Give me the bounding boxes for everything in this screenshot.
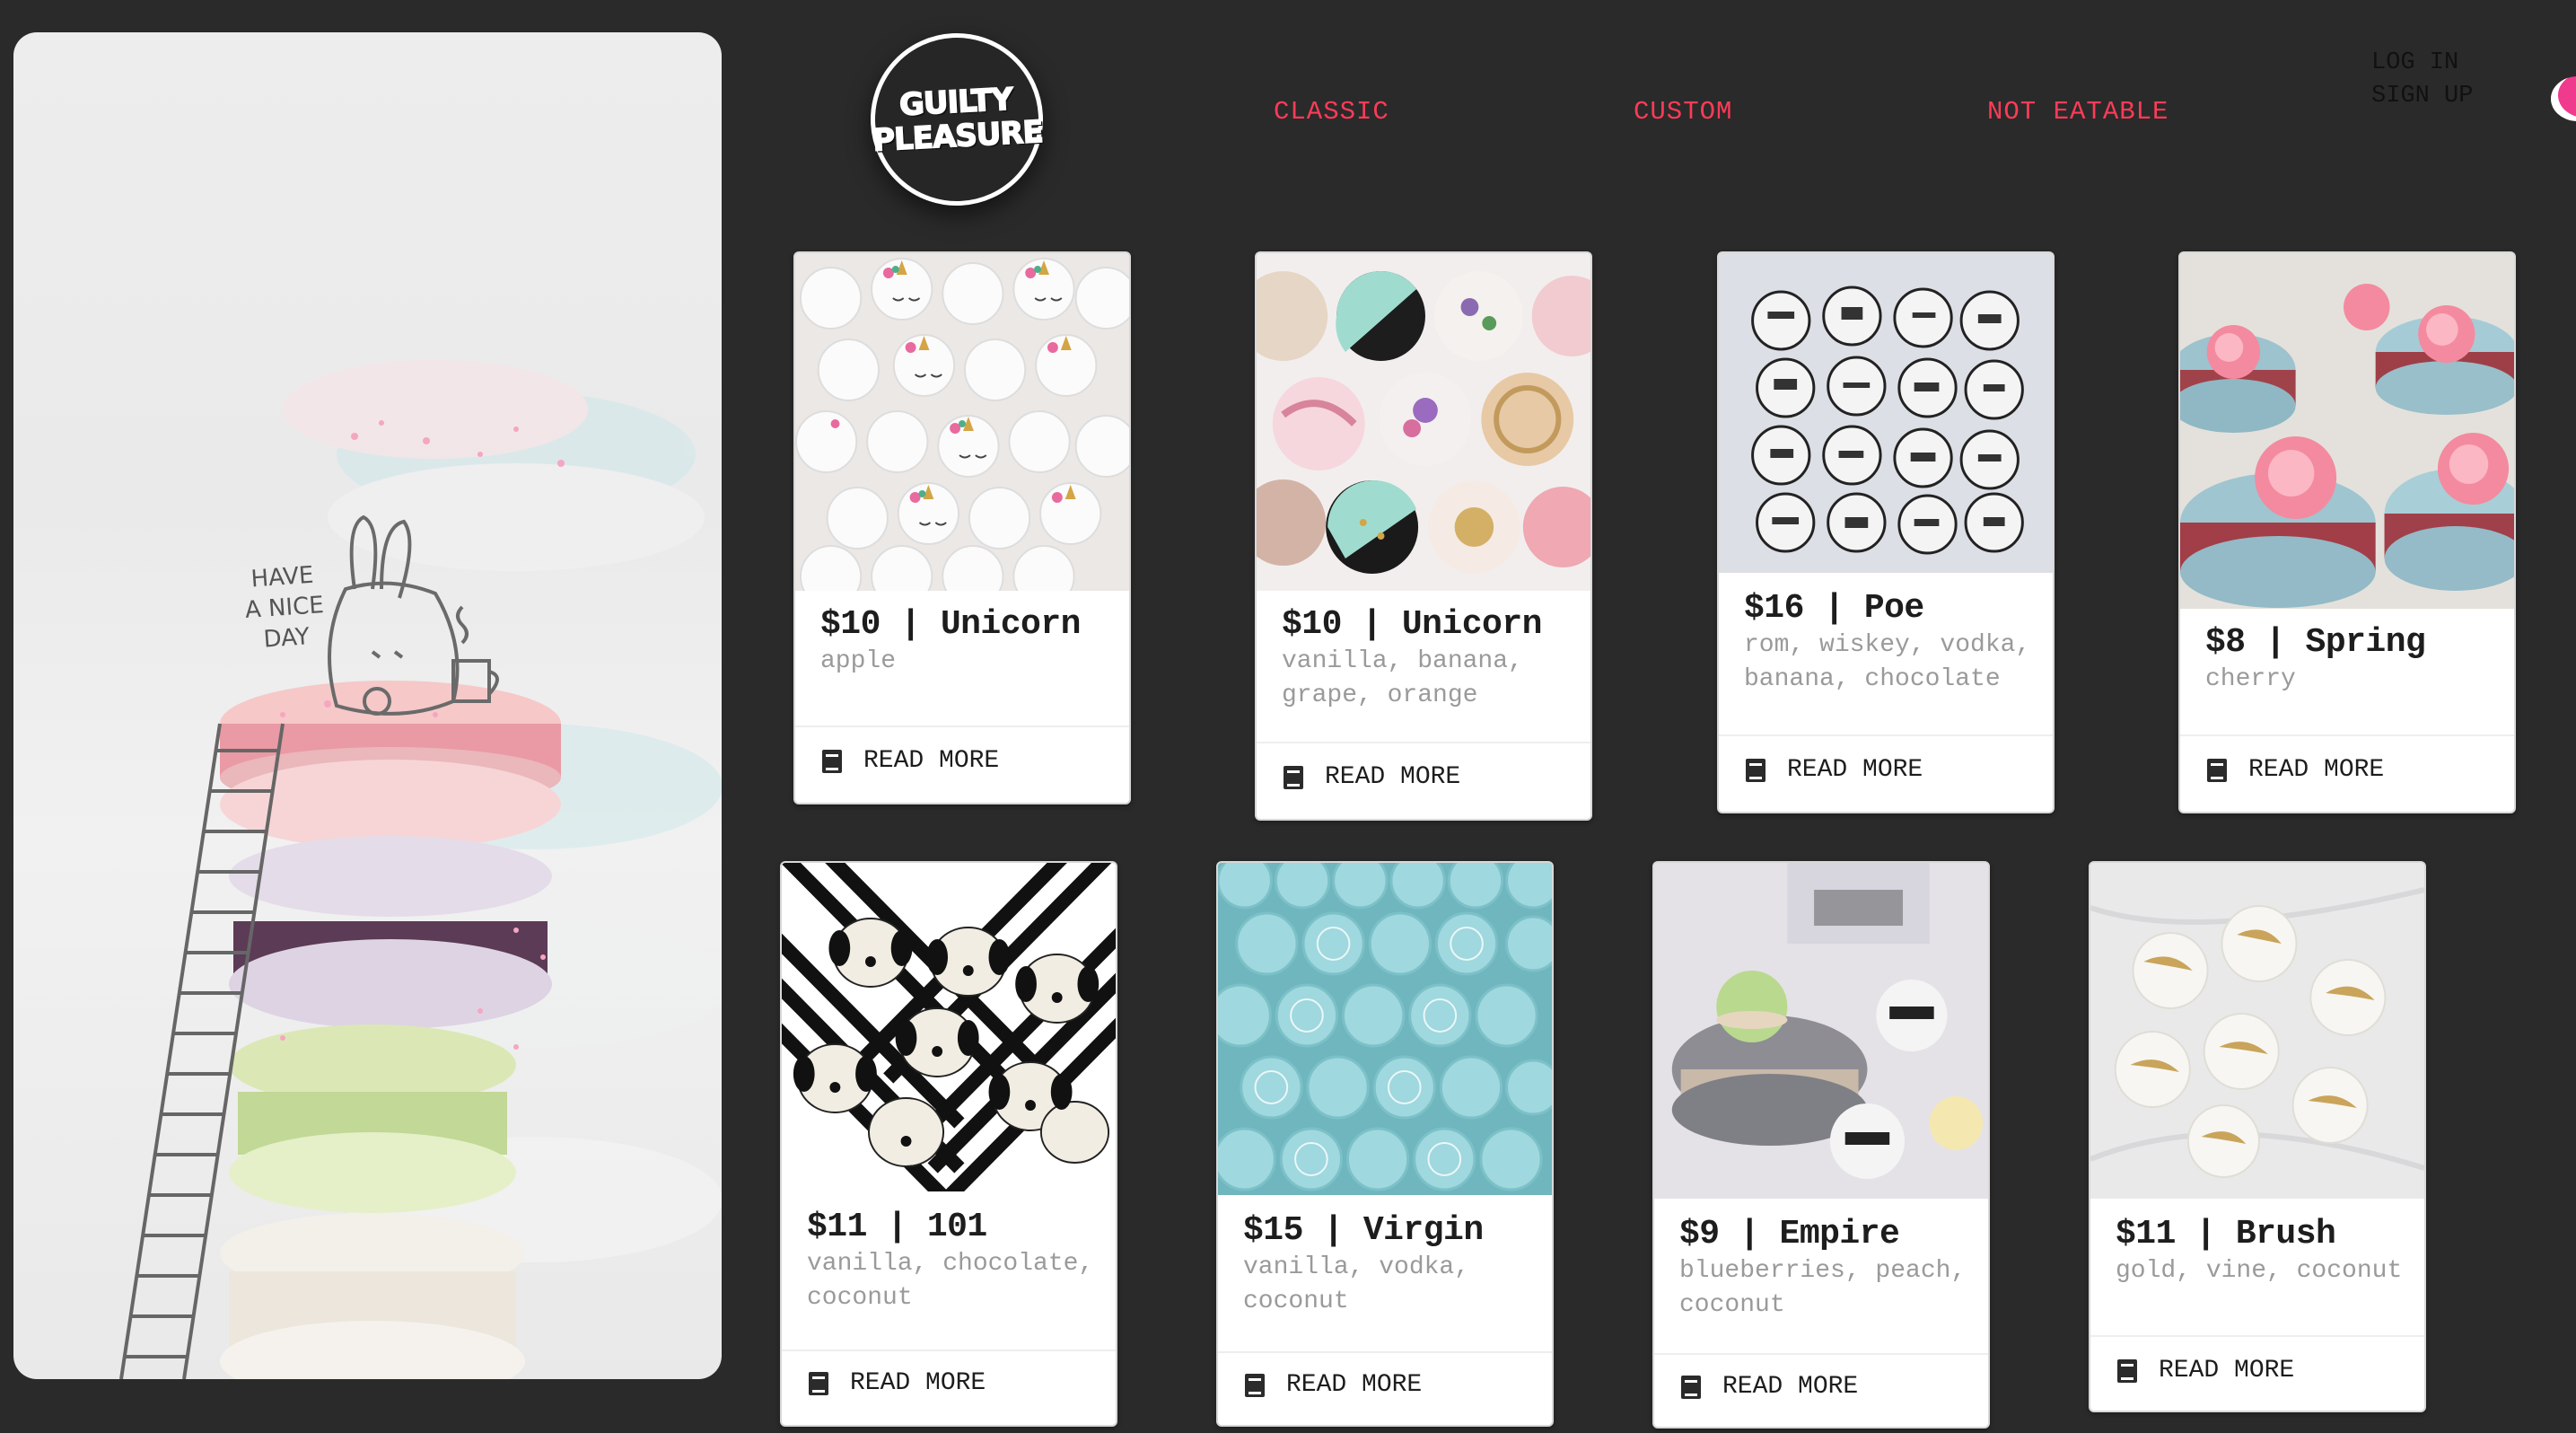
product-image-painted[interactable]: [1257, 253, 1590, 591]
product-title: $11 | 101: [807, 1208, 987, 1246]
product-flavors: blueberries, peach, coconut: [1679, 1257, 1967, 1319]
read-more-button[interactable]: READ MORE: [822, 747, 999, 775]
book-icon: [809, 1371, 828, 1395]
product-card: $11 | Brush gold, vine, coconut READ MOR…: [2089, 861, 2426, 1412]
login-link[interactable]: LOG IN: [2371, 47, 2473, 80]
card-divider: [1257, 742, 1590, 743]
read-more-button[interactable]: READ MORE: [1284, 763, 1460, 791]
product-flavors: vanilla, chocolate, coconut: [807, 1250, 1094, 1312]
brand-logo[interactable]: GUILTY PLEASURE: [866, 29, 1047, 210]
product-image-101[interactable]: [782, 863, 1116, 1191]
read-more-button[interactable]: READ MORE: [809, 1369, 986, 1397]
product-card: $10 | Unicorn vanilla, banana, grape, or…: [1255, 251, 1592, 821]
read-more-button[interactable]: READ MORE: [1681, 1373, 1858, 1401]
auth-links: LOG IN SIGN UP: [2371, 47, 2473, 113]
product-card: $10 | Unicorn apple READ MORE: [793, 251, 1131, 804]
product-title: $9 | Empire: [1679, 1215, 1900, 1253]
nav-not-eatable[interactable]: NOT EATABLE: [1987, 97, 2169, 127]
product-flavors: vanilla, banana, grape, orange: [1282, 647, 1523, 709]
signup-link[interactable]: SIGN UP: [2371, 80, 2473, 113]
product-title: $8 | Spring: [2205, 623, 2426, 662]
product-image-unicorn[interactable]: [795, 253, 1129, 591]
product-card: $9 | Empire blueberries, peach, coconut …: [1652, 861, 1990, 1429]
card-divider: [1719, 734, 2053, 736]
product-image-virgin[interactable]: [1218, 863, 1552, 1195]
product-title: $10 | Unicorn: [820, 605, 1081, 644]
product-flavors: apple: [820, 647, 897, 675]
card-divider: [2180, 734, 2514, 736]
product-flavors: cherry: [2205, 665, 2296, 693]
card-divider: [1218, 1351, 1552, 1353]
card-divider: [2090, 1335, 2424, 1337]
product-image-poe[interactable]: [1719, 253, 2053, 573]
read-more-button[interactable]: READ MORE: [2117, 1357, 2294, 1385]
book-icon: [822, 749, 842, 773]
product-card: $15 | Virgin vanilla, vodka, coconut REA…: [1216, 861, 1554, 1427]
read-more-button[interactable]: READ MORE: [1746, 756, 1923, 784]
product-card: $16 | Poe rom, wiskey, vodka, banana, ch…: [1717, 251, 2055, 813]
read-more-button[interactable]: READ MORE: [2207, 756, 2384, 784]
cart-icon[interactable]: [2551, 76, 2576, 121]
product-flavors: vanilla, vodka, coconut: [1243, 1253, 1470, 1315]
product-title: $15 | Virgin: [1243, 1211, 1484, 1250]
product-title: $11 | Brush: [2116, 1215, 2336, 1253]
product-flavors: gold, vine, coconut: [2116, 1257, 2403, 1285]
book-icon: [1681, 1375, 1701, 1399]
card-divider: [782, 1349, 1116, 1351]
book-icon: [2207, 758, 2227, 782]
product-image-spring[interactable]: [2180, 253, 2514, 609]
card-divider: [1654, 1353, 1988, 1355]
product-image-brush[interactable]: [2090, 863, 2424, 1199]
product-title: $16 | Poe: [1744, 589, 1924, 628]
product-image-empire[interactable]: [1654, 863, 1988, 1199]
book-icon: [1284, 765, 1303, 789]
product-card: $11 | 101 vanilla, chocolate, coconut RE…: [780, 861, 1117, 1427]
product-title: $10 | Unicorn: [1282, 605, 1542, 644]
hero-image-panel: HAVE A NICE DAY: [13, 32, 722, 1379]
product-card: $8 | Spring cherry READ MORE: [2178, 251, 2516, 813]
card-divider: [795, 725, 1129, 727]
book-icon: [1746, 758, 1766, 782]
book-icon: [1245, 1373, 1265, 1397]
nav-custom[interactable]: CUSTOM: [1634, 97, 1732, 127]
read-more-button[interactable]: READ MORE: [1245, 1371, 1422, 1399]
product-flavors: rom, wiskey, vodka, banana, chocolate: [1744, 631, 2031, 693]
book-icon: [2117, 1358, 2137, 1383]
doodle-text: HAVE A NICE DAY: [244, 561, 325, 654]
nav-classic[interactable]: CLASSIC: [1274, 97, 1389, 127]
